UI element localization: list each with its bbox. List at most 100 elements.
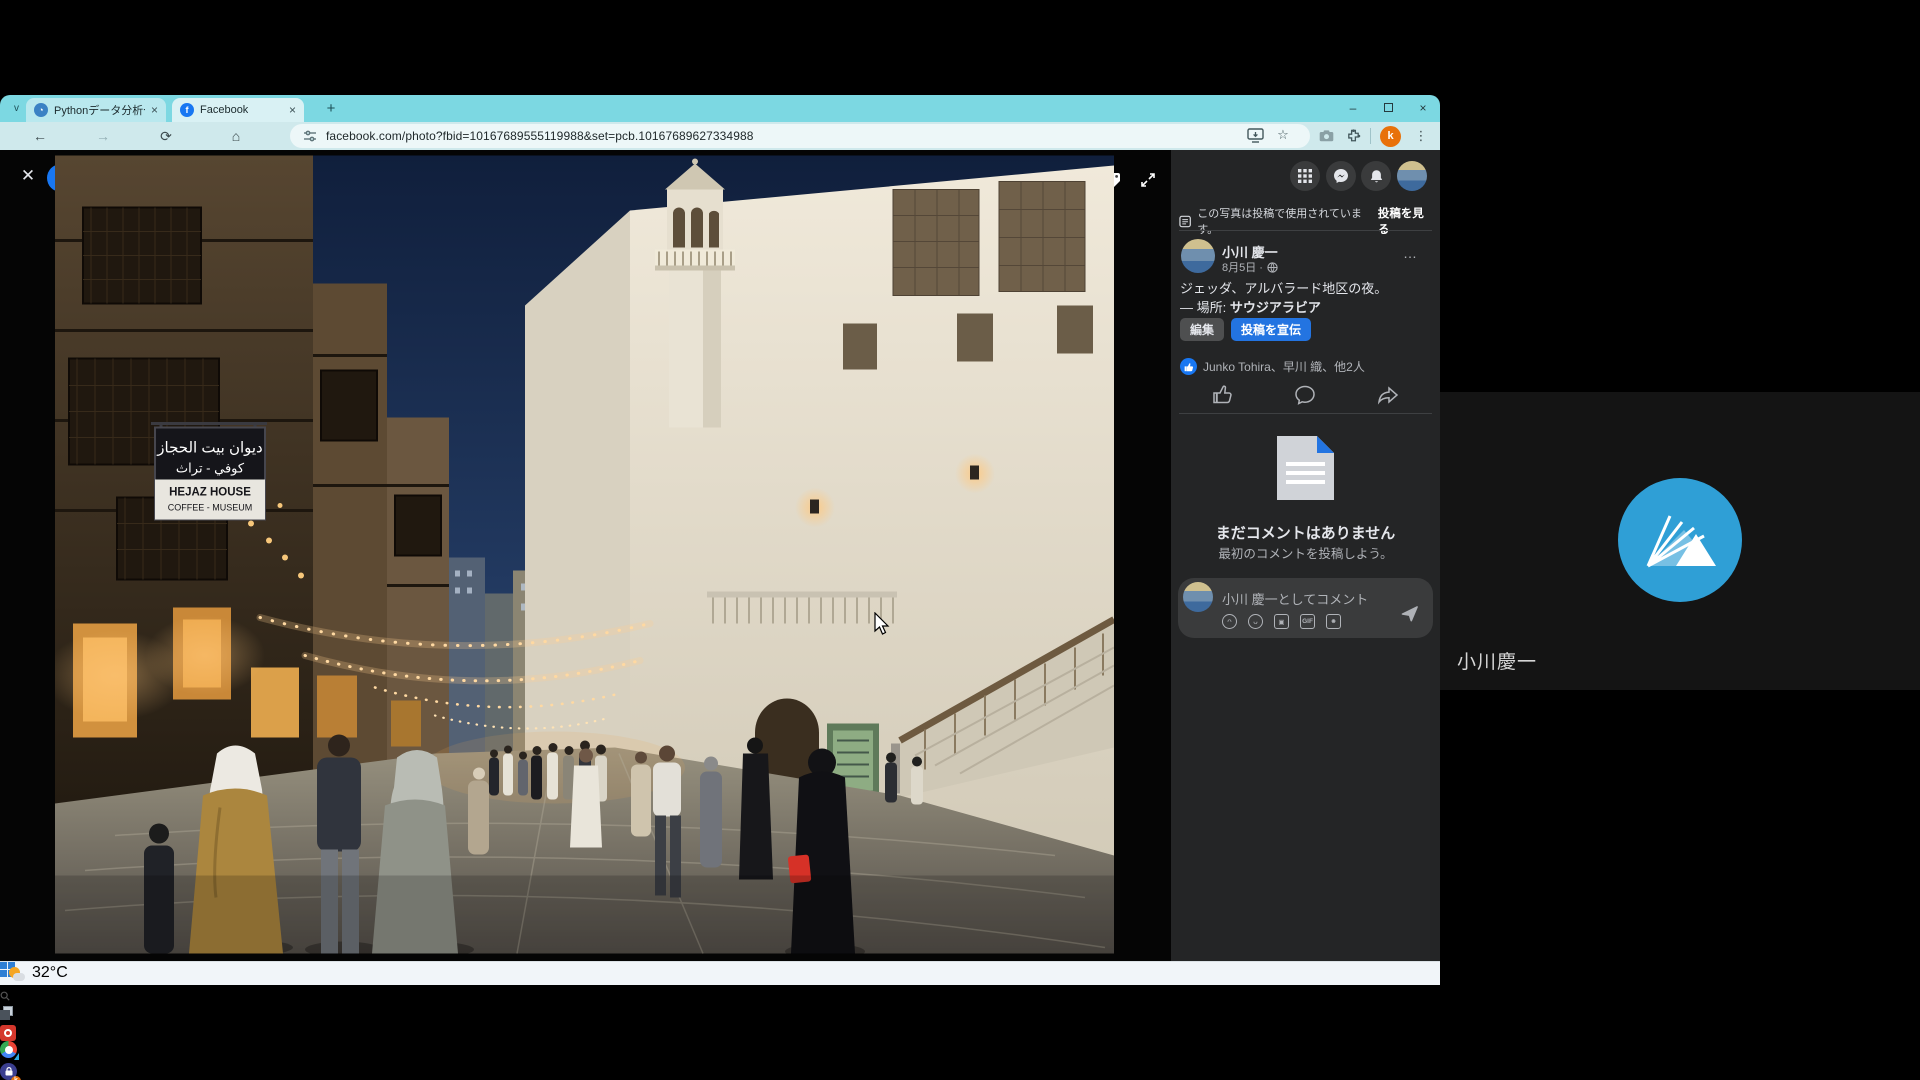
bookmark-star-icon[interactable]: ☆ <box>1274 126 1292 144</box>
sign-english-1: HEJAZ HOUSE <box>169 487 251 499</box>
browser-profile-avatar[interactable]: k <box>1380 126 1401 147</box>
tab2-title: Facebook <box>200 104 248 116</box>
apps-grid-icon[interactable] <box>1290 161 1320 191</box>
photo-stage: ✕ f <box>0 150 1171 985</box>
like-reaction-icon <box>1180 358 1197 375</box>
tab-python-seminar[interactable]: ◔ Pythonデータ分析ゼミ本科生 ポー × <box>26 98 166 122</box>
photo-usage-banner: この写真は投稿で使用されています。 投稿を見る <box>1179 205 1432 237</box>
home-icon[interactable]: ⌂ <box>225 125 247 147</box>
notifications-bell-icon[interactable] <box>1361 161 1391 191</box>
tab-strip: v ◔ Pythonデータ分析ゼミ本科生 ポー × f Facebook × +… <box>0 95 1440 122</box>
sign-english-2: COFFEE - MUSEUM <box>168 503 253 513</box>
close-photo-icon[interactable]: ✕ <box>18 166 38 186</box>
post-location: — 場所: サウジアラビア <box>1180 297 1432 316</box>
toolbar-separator <box>1370 128 1371 144</box>
comment-button-icon[interactable] <box>1293 383 1317 407</box>
share-button-icon[interactable] <box>1376 383 1400 407</box>
divider <box>1179 413 1432 414</box>
restore-icon <box>1384 103 1393 112</box>
no-comments-doc-icon <box>1277 436 1334 500</box>
weather-desc: 晴れのちくもり <box>32 982 144 1006</box>
tab2-favicon: f <box>180 103 194 117</box>
camera-extension-icon[interactable] <box>1317 127 1335 145</box>
mouse-cursor <box>874 612 891 636</box>
like-button-icon[interactable] <box>1211 383 1235 407</box>
composer-avatar <box>1183 582 1213 612</box>
start-button[interactable] <box>0 962 1440 982</box>
weather-icon <box>8 966 26 984</box>
post-text: ジェッダ、アルバラード地区の夜。 <box>1180 278 1432 297</box>
divider <box>1179 230 1432 231</box>
sign-arabic-2: كوفي - تراث <box>176 461 245 477</box>
no-comments-title: まだコメントはありません <box>1171 522 1440 543</box>
post-menu-icon[interactable]: … <box>1403 245 1418 261</box>
install-icon[interactable] <box>1247 128 1264 143</box>
facebook-photo-viewer: ✕ f <box>0 150 1440 985</box>
browser-toolbar: ← → ⟳ ⌂ facebook.com/photo?fbid=10167689… <box>0 122 1440 150</box>
restore-button[interactable] <box>1373 97 1403 119</box>
close-window-button[interactable]: × <box>1408 97 1438 119</box>
forward-icon[interactable]: → <box>92 125 114 147</box>
reactions-names: Junko Tohira、早川 織、他2人 <box>1203 358 1365 375</box>
red-app-button[interactable] <box>0 1025 1440 1041</box>
gif-icon[interactable]: GIF <box>1300 614 1315 629</box>
comment-placeholder[interactable]: 小川 慶一としてコメント <box>1222 589 1368 608</box>
sticker-icon[interactable]: ☻ <box>1326 614 1341 629</box>
post-location-prefix: — 場所: <box>1180 300 1230 315</box>
emoji-icon[interactable]: ᴗ <box>1248 614 1263 629</box>
tab1-favicon: ◔ <box>34 103 48 117</box>
attach-photo-icon[interactable]: ▣ <box>1274 614 1289 629</box>
minimize-button[interactable]: – <box>1338 97 1368 119</box>
tab-facebook[interactable]: f Facebook × <box>172 98 304 122</box>
fullscreen-icon[interactable] <box>1134 166 1162 194</box>
chrome-window: v ◔ Pythonデータ分析ゼミ本科生 ポー × f Facebook × +… <box>0 95 1440 985</box>
no-comments-subtitle: 最初のコメントを投稿しよう。 <box>1171 543 1440 562</box>
post-doc-icon <box>1179 215 1191 228</box>
extensions-puzzle-icon[interactable] <box>1344 127 1362 145</box>
post-location-name[interactable]: サウジアラビア <box>1230 300 1321 315</box>
post-author-avatar[interactable] <box>1181 239 1215 273</box>
meeting-participant-tile: 小川慶一 <box>1440 392 1920 690</box>
photo-vignette <box>55 876 1114 954</box>
new-tab-button[interactable]: + <box>322 100 340 118</box>
edit-button[interactable]: 編集 <box>1180 318 1224 341</box>
weather-temp: 32°C <box>32 964 144 982</box>
task-view-button[interactable] <box>0 1006 1440 1025</box>
participant-logo <box>1618 478 1742 602</box>
tab-search-icon[interactable]: v <box>8 101 25 118</box>
post-date: 8月5日 · <box>1222 259 1278 275</box>
url-text: facebook.com/photo?fbid=1016768955511998… <box>326 129 754 143</box>
address-bar[interactable]: facebook.com/photo?fbid=1016768955511998… <box>290 124 1310 148</box>
reactions-row[interactable]: Junko Tohira、早川 織、他2人 <box>1180 358 1365 375</box>
messenger-icon[interactable] <box>1326 161 1356 191</box>
account-avatar[interactable] <box>1397 161 1427 191</box>
tab1-close-icon[interactable]: × <box>151 104 158 116</box>
reload-icon[interactable]: ⟳ <box>155 125 177 147</box>
globe-privacy-icon <box>1267 262 1278 273</box>
post-actions <box>1171 383 1440 407</box>
composer-icons: ᴖ ᴗ ▣ GIF ☻ <box>1222 614 1341 629</box>
avatar-sticker-icon[interactable]: ᴖ <box>1222 614 1237 629</box>
browser-menu-icon[interactable]: ⋮ <box>1413 125 1429 147</box>
post-panel: この写真は投稿で使用されています。 投稿を見る 小川 慶一 8月5日 · … ジ… <box>1171 150 1440 985</box>
participant-name: 小川慶一 <box>1457 647 1537 674</box>
comment-composer[interactable]: 小川 慶一としてコメント ᴖ ᴗ ▣ GIF ☻ <box>1178 578 1433 638</box>
chrome-profile-badge: k <box>11 1076 21 1080</box>
taskbar-weather-widget[interactable]: 32°C 晴れのちくもり <box>8 964 144 1006</box>
back-icon[interactable]: ← <box>29 125 51 147</box>
site-info-icon[interactable] <box>302 128 318 144</box>
view-post-link[interactable]: 投稿を見る <box>1378 205 1432 237</box>
tab2-close-icon[interactable]: × <box>289 104 296 116</box>
taskbar-search[interactable]: 大谷翔平 速報 今日 <box>0 982 1440 1006</box>
photo-jeddah-street[interactable]: ديوان بيت الحجاز كوفي - تراث HEJAZ HOUSE… <box>55 155 1114 954</box>
chrome-profile2-button[interactable] <box>0 1041 1440 1063</box>
boost-post-button[interactable]: 投稿を宣伝 <box>1231 318 1311 341</box>
send-comment-icon[interactable] <box>1401 605 1418 622</box>
banner-text: この写真は投稿で使用されています。 <box>1197 205 1372 237</box>
post-date-text: 8月5日 · <box>1222 259 1263 275</box>
lock-app-button[interactable] <box>0 1063 1440 1080</box>
screen: v ◔ Pythonデータ分析ゼミ本科生 ポー × f Facebook × +… <box>0 0 1920 1080</box>
tab1-title: Pythonデータ分析ゼミ本科生 ポー <box>54 102 145 118</box>
sign-arabic-1: ديوان بيت الحجاز <box>156 440 262 457</box>
windows-taskbar: 32°C 晴れのちくもり 大谷翔平 速報 今日 <box>0 961 1440 985</box>
